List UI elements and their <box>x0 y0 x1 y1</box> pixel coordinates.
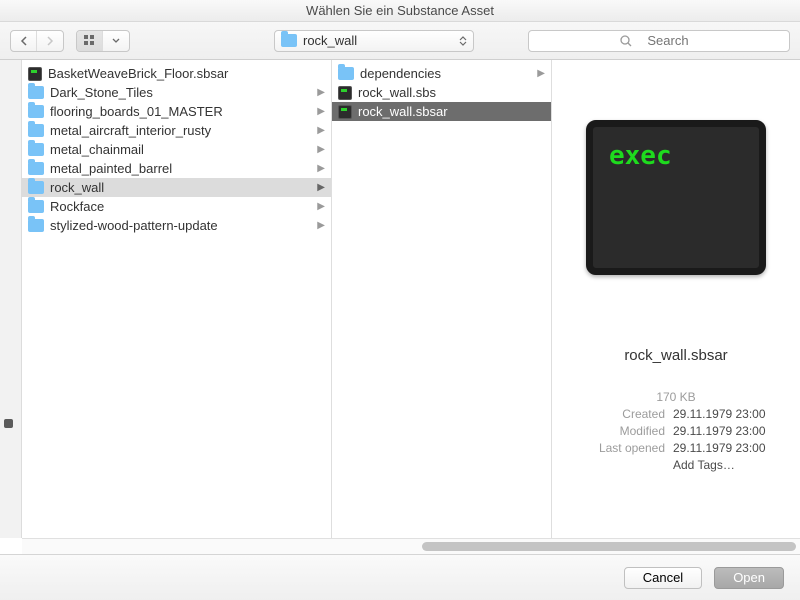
chevron-updown-icon <box>459 36 467 46</box>
exec-file-icon <box>338 105 352 119</box>
list-item-label: metal_painted_barrel <box>50 161 172 176</box>
chevron-left-icon <box>20 36 28 46</box>
meta-modified-label: Modified <box>575 424 665 438</box>
sidebar <box>0 60 22 538</box>
window-title: Wählen Sie ein Substance Asset <box>0 0 800 22</box>
nav-back-forward[interactable] <box>10 30 64 52</box>
exec-file-icon <box>338 86 352 100</box>
file-thumbnail: exec <box>586 120 766 275</box>
chevron-right-icon <box>46 36 54 46</box>
chevron-right-icon: ▶ <box>317 182 325 193</box>
chevron-right-icon: ▶ <box>317 163 325 174</box>
folder-icon <box>28 143 44 156</box>
list-item-label: rock_wall <box>50 180 104 195</box>
view-icons-button[interactable] <box>77 31 103 51</box>
search-input[interactable] <box>638 33 698 48</box>
list-item-label: metal_aircraft_interior_rusty <box>50 123 211 138</box>
open-button[interactable]: Open <box>714 567 784 589</box>
folder-icon <box>281 34 297 47</box>
column-1: BasketWeaveBrick_Floor.sbsar Dark_Stone_T… <box>22 60 332 538</box>
chevron-down-icon <box>112 38 120 44</box>
cancel-button[interactable]: Cancel <box>624 567 702 589</box>
list-item[interactable]: Rockface ▶ <box>22 197 331 216</box>
meta-created-value: 29.11.1979 23:00 <box>673 407 777 421</box>
meta-lastopened-value: 29.11.1979 23:00 <box>673 441 777 455</box>
grid-icon <box>84 35 96 47</box>
chevron-right-icon: ▶ <box>537 68 545 79</box>
folder-icon <box>28 200 44 213</box>
list-item[interactable]: BasketWeaveBrick_Floor.sbsar <box>22 64 331 83</box>
list-item[interactable]: flooring_boards_01_MASTER ▶ <box>22 102 331 121</box>
meta-modified-value: 29.11.1979 23:00 <box>673 424 777 438</box>
list-item-label: flooring_boards_01_MASTER <box>50 104 223 119</box>
nav-forward-button[interactable] <box>37 31 63 51</box>
thumbnail-text: exec <box>609 141 672 171</box>
sidebar-marker <box>4 419 13 428</box>
list-item-label: stylized-wood-pattern-update <box>50 218 218 233</box>
toolbar: rock_wall <box>0 22 800 60</box>
folder-icon <box>28 105 44 118</box>
meta-created-label: Created <box>575 407 665 421</box>
folder-icon <box>28 219 44 232</box>
path-label: rock_wall <box>303 33 357 48</box>
list-item[interactable]: metal_painted_barrel ▶ <box>22 159 331 178</box>
preview-filename: rock_wall.sbsar <box>624 347 727 364</box>
column-2: dependencies ▶ rock_wall.sbs rock_wall.sbsa… <box>332 60 552 538</box>
list-item[interactable]: dependencies ▶ <box>332 64 551 83</box>
meta-lastopened-label: Last opened <box>575 441 665 455</box>
chevron-right-icon: ▶ <box>317 201 325 212</box>
list-item-label: Dark_Stone_Tiles <box>50 85 153 100</box>
list-item-label: rock_wall.sbsar <box>358 104 448 119</box>
list-item[interactable]: metal_aircraft_interior_rusty ▶ <box>22 121 331 140</box>
preview-size: 170 KB <box>656 390 695 404</box>
list-item-label: Rockface <box>50 199 104 214</box>
list-item[interactable]: Dark_Stone_Tiles ▶ <box>22 83 331 102</box>
search-icon <box>620 35 632 47</box>
list-item-label: metal_chainmail <box>50 142 144 157</box>
preview-pane: exec rock_wall.sbsar 170 KB Created 29.11… <box>552 60 800 538</box>
chevron-right-icon: ▶ <box>317 144 325 155</box>
scrollbar-thumb[interactable] <box>422 542 796 551</box>
search-field[interactable] <box>528 30 790 52</box>
view-dropdown-button[interactable] <box>103 31 129 51</box>
folder-icon <box>28 124 44 137</box>
view-mode-switch[interactable] <box>76 30 130 52</box>
list-item-label: dependencies <box>360 66 441 81</box>
list-item[interactable]: rock_wall ▶ <box>22 178 331 197</box>
horizontal-scrollbar[interactable] <box>22 538 800 554</box>
list-item[interactable]: rock_wall.sbsar <box>332 102 551 121</box>
list-item[interactable]: stylized-wood-pattern-update ▶ <box>22 216 331 235</box>
exec-file-icon <box>28 67 42 81</box>
add-tags-link[interactable]: Add Tags… <box>673 458 777 472</box>
folder-icon <box>338 67 354 80</box>
list-item-label: BasketWeaveBrick_Floor.sbsar <box>48 66 228 81</box>
chevron-right-icon: ▶ <box>317 106 325 117</box>
folder-icon <box>28 181 44 194</box>
folder-icon <box>28 162 44 175</box>
chevron-right-icon: ▶ <box>317 87 325 98</box>
list-item[interactable]: rock_wall.sbs <box>332 83 551 102</box>
chevron-right-icon: ▶ <box>317 220 325 231</box>
folder-icon <box>28 86 44 99</box>
list-item-label: rock_wall.sbs <box>358 85 436 100</box>
footer: Cancel Open <box>0 554 800 600</box>
nav-back-button[interactable] <box>11 31 37 51</box>
list-item[interactable]: metal_chainmail ▶ <box>22 140 331 159</box>
path-dropdown[interactable]: rock_wall <box>274 30 474 52</box>
chevron-right-icon: ▶ <box>317 125 325 136</box>
